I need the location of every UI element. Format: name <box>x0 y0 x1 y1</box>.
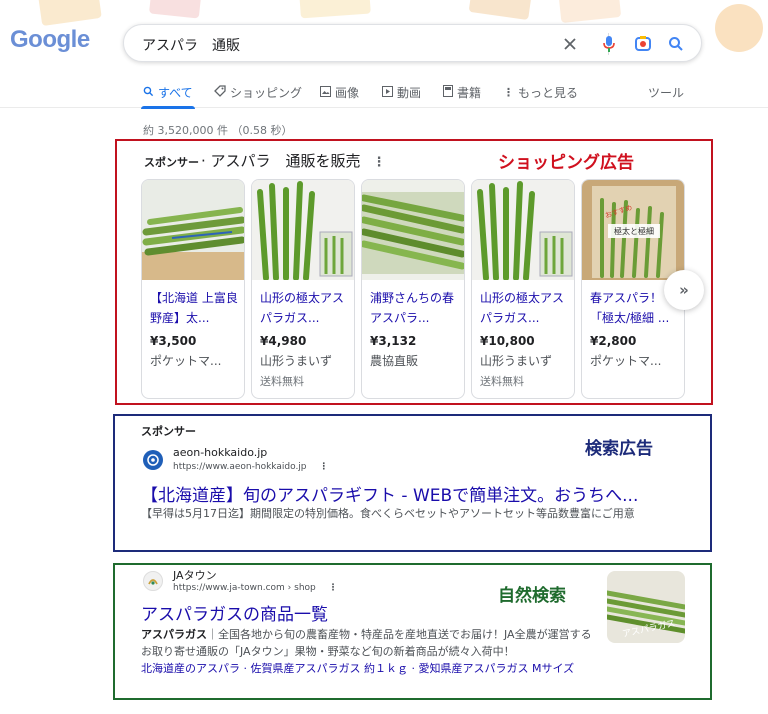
description-keyword: アスパラガス <box>141 628 207 641</box>
chevron-right-icon: » <box>679 281 689 299</box>
product-title[interactable]: 山形の極太アスパラガス... <box>260 288 352 330</box>
product-title[interactable]: 山形の極太アスパラガス... <box>480 288 572 330</box>
search-bar[interactable]: アスパラ 通販 <box>123 24 702 62</box>
shopping-ad-header: スポンサー · アスパラ 通販を販売 ⋮ <box>144 150 386 171</box>
shopping-ad-annotation: ショッピング広告 <box>498 153 634 173</box>
sponsor-label: スポンサー <box>144 156 199 169</box>
product-seller: ポケットマ... <box>590 354 662 368</box>
product-shipping: 送料無料 <box>480 375 524 388</box>
site-name[interactable]: aeon-hokkaido.jp <box>173 446 267 459</box>
google-logo[interactable]: Google <box>10 26 90 54</box>
sponsor-label: スポンサー <box>141 425 196 438</box>
tab-more[interactable]: ⋮ もっと見る <box>503 84 578 101</box>
product-price: ¥2,800 <box>590 334 637 348</box>
search-tabs: すべて ショッピング 画像 動画 書籍 ⋮ もっと見る ツール <box>0 78 768 108</box>
more-vert-icon: ⋮ <box>503 86 514 99</box>
organic-annotation: 自然検索 <box>498 586 566 606</box>
result-stats: 約 3,520,000 件 （0.58 秒） <box>143 124 293 137</box>
search-icon <box>143 86 154 100</box>
product-title[interactable]: 浦野さんちの春アスパラ... <box>370 288 462 330</box>
site-favicon-icon <box>143 571 163 591</box>
tag-icon <box>214 85 226 100</box>
shopping-ad-heading: · アスパラ 通販を販売 <box>201 152 361 170</box>
description-text: ｜全国各地から旬の農畜産物・特産品を産地直送でお届け！JA全農が運営するお取り寄… <box>141 628 592 658</box>
product-shipping: 送料無料 <box>260 375 304 388</box>
site-name[interactable]: JAタウン <box>173 567 217 583</box>
search-ad-title[interactable]: 【北海道産】旬のアスパラギフト - WEBで簡単注文。おうちへ... <box>141 481 638 506</box>
search-ad-description: 【早得は5月17日迄】期間限定の特別価格。食べくらベセットやアソートセット等品数… <box>141 507 635 520</box>
image-icon <box>320 85 331 100</box>
organic-result-title[interactable]: アスパラガスの商品一覧 <box>141 600 328 625</box>
more-vert-icon[interactable]: ⋮ <box>373 155 386 170</box>
product-card[interactable]: 浦野さんちの春アスパラ... ¥3,132 農協直販 <box>361 179 465 399</box>
site-url-text: https://www.ja-town.com › shop <box>173 583 316 593</box>
organic-result-description: アスパラガス｜全国各地から旬の農畜産物・特産品を産地直送でお届け！JA全農が運営… <box>141 626 599 660</box>
product-price: ¥3,132 <box>370 334 417 348</box>
tab-shopping[interactable]: ショッピング <box>214 84 302 101</box>
product-card[interactable]: 山形の極太アスパラガス... ¥4,980 山形うまいず 送料無料 <box>251 179 355 399</box>
camera-lens-icon[interactable] <box>633 34 653 54</box>
product-seller: ポケットマ... <box>150 354 222 368</box>
product-card[interactable]: 【北海道 上富良野産】太... ¥3,500 ポケットマ... <box>141 179 245 399</box>
tab-label: もっと見る <box>518 86 579 100</box>
tab-all[interactable]: すべて <box>143 84 193 101</box>
active-tab-indicator <box>141 106 195 109</box>
more-vert-icon[interactable]: ⋮ <box>319 462 328 472</box>
tab-label: すべて <box>158 86 193 100</box>
close-icon[interactable] <box>560 34 580 54</box>
product-image-box-label: 極太と極細 <box>614 226 654 236</box>
play-icon <box>382 85 393 100</box>
tools-label: ツール <box>648 86 685 100</box>
product-seller: 山形うまいず <box>260 354 333 368</box>
search-input[interactable]: アスパラ 通販 <box>142 35 240 55</box>
product-image <box>142 180 244 280</box>
book-icon <box>443 85 453 100</box>
more-vert-icon[interactable]: ⋮ <box>329 583 338 593</box>
tab-books[interactable]: 書籍 <box>443 84 481 101</box>
logo-text: Google <box>10 26 90 53</box>
tab-videos[interactable]: 動画 <box>382 84 421 101</box>
tab-label: 書籍 <box>457 86 482 100</box>
product-seller: 農協直販 <box>370 354 419 368</box>
product-price: ¥3,500 <box>150 334 197 348</box>
product-image <box>472 180 574 280</box>
product-card[interactable]: 山形の極太アスパラガス... ¥10,800 山形うまいず 送料無料 <box>471 179 575 399</box>
product-image <box>252 180 354 280</box>
product-price: ¥4,980 <box>260 334 307 348</box>
tab-label: ショッピング <box>230 86 303 100</box>
search-icon[interactable] <box>666 34 686 54</box>
organic-thumbnail[interactable]: アスパラガス <box>607 571 685 643</box>
site-url[interactable]: https://www.ja-town.com › shop ⋮ <box>173 583 338 593</box>
product-title[interactable]: 【北海道 上富良野産】太... <box>150 288 242 330</box>
product-image: 極太と極細 おすすめ <box>582 180 684 280</box>
carousel-next-button[interactable]: » <box>664 270 704 310</box>
product-image <box>362 180 464 280</box>
tab-label: 画像 <box>335 86 360 100</box>
product-price: ¥10,800 <box>480 334 535 348</box>
tools-button[interactable]: ツール <box>648 84 684 101</box>
product-seller: 山形うまいず <box>480 354 553 368</box>
tab-images[interactable]: 画像 <box>320 84 359 101</box>
search-ad-annotation: 検索広告 <box>585 439 653 459</box>
site-url-text: https://www.aeon-hokkaido.jp <box>173 462 307 472</box>
tab-label: 動画 <box>397 86 422 100</box>
site-url[interactable]: https://www.aeon-hokkaido.jp ⋮ <box>173 462 328 472</box>
microphone-icon[interactable] <box>599 34 619 54</box>
organic-sitelinks[interactable]: 北海道産のアスパラ · 佐賀県産アスパラガス 約１ｋｇ · 愛知県産アスパラガス… <box>141 660 597 677</box>
site-favicon-icon <box>143 450 163 470</box>
